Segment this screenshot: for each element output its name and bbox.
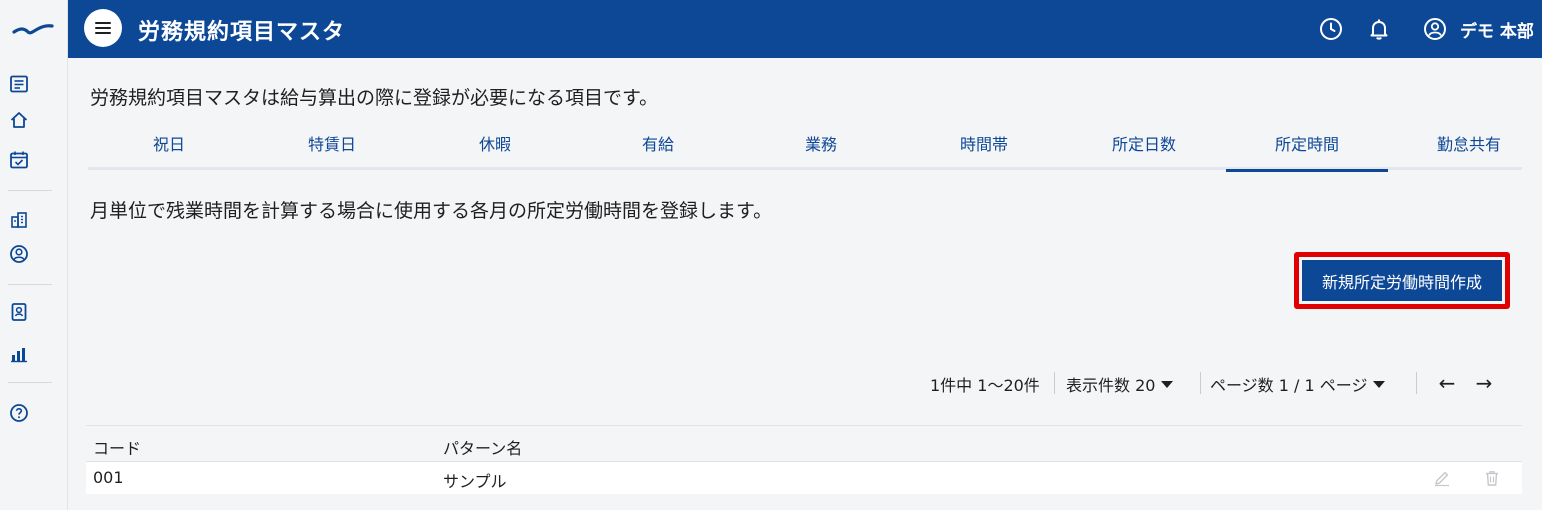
create-scheduled-hours-button[interactable]: 新規所定労働時間作成 — [1302, 260, 1502, 301]
cell-pattern-name: サンプル — [443, 472, 507, 491]
pager-divider — [1200, 372, 1201, 394]
user-circle-icon[interactable] — [8, 243, 30, 265]
bell-icon[interactable] — [1366, 16, 1392, 42]
id-badge-icon[interactable] — [8, 301, 30, 323]
bar-chart-icon[interactable] — [8, 343, 30, 365]
caret-down-icon — [1161, 380, 1174, 388]
tab-holiday[interactable]: 祝日 — [88, 124, 250, 169]
result-count: 1件中 1〜20件 — [930, 376, 1040, 395]
trash-icon[interactable] — [1481, 467, 1503, 489]
caret-down-icon — [1373, 380, 1386, 388]
history-icon[interactable] — [1318, 16, 1344, 42]
sidebar — [0, 0, 68, 510]
sidebar-divider — [8, 190, 52, 191]
list-icon[interactable] — [8, 73, 30, 95]
page-label: ページ数 1 / 1 ページ — [1210, 376, 1368, 395]
cell-code: 001 — [93, 468, 124, 487]
prev-page-button[interactable]: ← — [1434, 370, 1460, 396]
app-header: 労務規約項目マスタ デモ 本部 — [68, 0, 1542, 58]
calendar-check-icon[interactable] — [8, 149, 30, 171]
help-icon[interactable] — [8, 402, 30, 424]
table-header: コード パターン名 — [86, 425, 1522, 462]
column-header-code: コード — [93, 439, 142, 458]
sidebar-divider — [8, 382, 52, 383]
next-page-button[interactable]: → — [1471, 370, 1497, 396]
tab-leave[interactable]: 休暇 — [414, 124, 576, 169]
pager-divider — [1416, 372, 1417, 394]
user-circle-icon[interactable] — [1422, 16, 1448, 42]
tab-scheduled-days[interactable]: 所定日数 — [1063, 124, 1225, 169]
per-page-select[interactable]: 表示件数 20 — [1066, 372, 1174, 396]
tab-bar: 祝日 特賃日 休暇 有給 業務 時間帯 所定日数 所定時間 勤怠共有 — [88, 124, 1522, 172]
home-icon[interactable] — [8, 109, 30, 131]
pager-divider — [1054, 372, 1055, 394]
building-icon[interactable] — [8, 209, 30, 231]
table-row[interactable]: 001 サンプル — [86, 462, 1522, 494]
section-description: 月単位で残業時間を計算する場合に使用する各月の所定労働時間を登録します。 — [90, 200, 773, 222]
menu-button[interactable] — [84, 9, 122, 47]
column-header-pattern-name: パターン名 — [443, 439, 523, 458]
tab-attendance-sharing[interactable]: 勤怠共有 — [1388, 124, 1542, 169]
intro-text: 労務規約項目マスタは給与算出の際に登録が必要になる項目です。 — [90, 87, 659, 109]
sidebar-divider — [8, 284, 52, 285]
tab-scheduled-hours[interactable]: 所定時間 — [1226, 124, 1388, 172]
data-table: コード パターン名 001 サンプル — [86, 425, 1522, 494]
page-select[interactable]: ページ数 1 / 1 ページ — [1210, 372, 1386, 396]
hamburger-icon — [95, 22, 111, 34]
create-button-highlight: 新規所定労働時間作成 — [1294, 252, 1510, 309]
per-page-label: 表示件数 20 — [1066, 376, 1156, 395]
tab-paid-leave[interactable]: 有給 — [577, 124, 739, 169]
user-name[interactable]: デモ 本部 — [1460, 17, 1534, 42]
page-title: 労務規約項目マスタ — [138, 20, 346, 45]
edit-icon[interactable] — [1431, 467, 1453, 489]
tab-special-wage-day[interactable]: 特賃日 — [251, 124, 413, 169]
logo-icon[interactable] — [12, 16, 54, 42]
tab-business[interactable]: 業務 — [740, 124, 902, 169]
tab-time-slot[interactable]: 時間帯 — [903, 124, 1065, 169]
